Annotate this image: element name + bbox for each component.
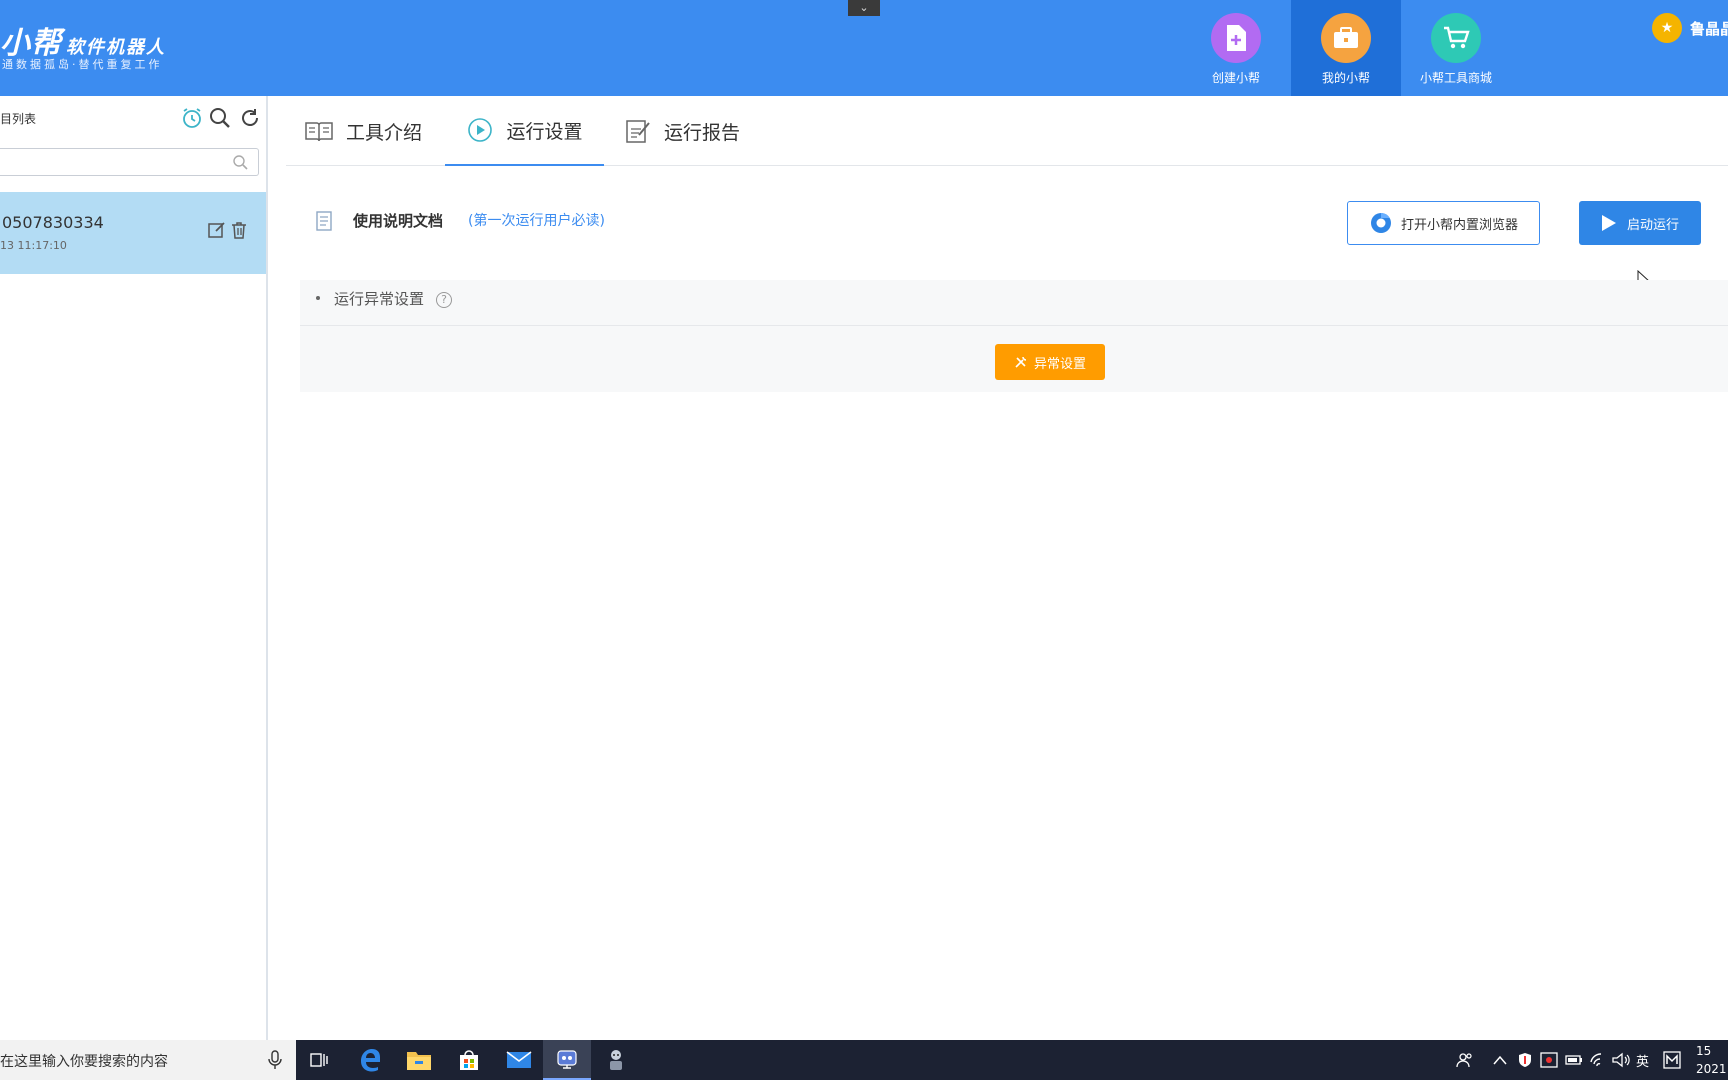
ime-mode-icon[interactable] [1663, 1040, 1681, 1080]
ime-label: 英 [1636, 1054, 1650, 1070]
play-icon [1601, 214, 1617, 232]
exception-settings-title: 运行异常设置 [334, 290, 425, 308]
run-button-label: 启动运行 [1626, 217, 1679, 233]
ime-language-indicator[interactable]: 英 [1636, 1040, 1649, 1080]
clock-time: 15 [1696, 1044, 1712, 1058]
exception-settings-button[interactable]: 异常设置 [995, 344, 1105, 380]
user-name[interactable]: 鲁晶晶 [1690, 18, 1728, 39]
tab-label: 运行设置 [506, 120, 583, 143]
open-builtin-browser-button[interactable]: 打开小帮内置浏览器 [1347, 201, 1540, 245]
search-icon [232, 154, 248, 174]
tab-run-settings[interactable]: 运行设置 [445, 96, 604, 166]
taskbar-search-box[interactable]: 在这里输入你要搜索的内容 [0, 1040, 296, 1080]
tray-chevron-up-icon[interactable] [1493, 1040, 1507, 1080]
security-shield-icon[interactable] [1517, 1040, 1533, 1080]
store-icon[interactable] [445, 1040, 493, 1080]
usage-doc-hint: (第一次运行用户必读) [468, 213, 605, 229]
microphone-icon[interactable] [268, 1050, 282, 1074]
user-avatar[interactable]: ★ [1652, 13, 1682, 43]
xiaobang-app-icon[interactable] [543, 1040, 591, 1080]
file-explorer-icon[interactable] [395, 1040, 443, 1080]
cart-icon [1431, 13, 1481, 63]
edge-browser-icon[interactable] [346, 1040, 394, 1080]
nav-label: 小帮工具商城 [1419, 71, 1492, 85]
browser-icon [1369, 211, 1393, 235]
book-icon [304, 119, 334, 143]
mail-icon[interactable] [495, 1040, 543, 1080]
exception-button-label: 异常设置 [1033, 356, 1086, 372]
exception-settings-panel: 运行异常设置 ? 异常设置 [300, 280, 1728, 392]
app-header: 小帮 软件机器人 通数据孤岛·替代重复工作 ⌄ 创建小帮 我的小帮 小帮工具商城 … [0, 0, 1728, 96]
alarm-clock-icon[interactable] [180, 106, 204, 130]
battery-icon[interactable] [1565, 1040, 1583, 1080]
taskbar-clock[interactable]: 15 2021 [1696, 1042, 1727, 1078]
tab-label: 运行报告 [664, 121, 741, 144]
report-icon [624, 117, 652, 145]
help-icon[interactable]: ? [436, 292, 452, 308]
volume-icon[interactable] [1612, 1040, 1630, 1080]
briefcase-icon [1321, 13, 1371, 63]
tools-icon [1014, 355, 1028, 369]
nav-my-xiaobang[interactable]: 我的小帮 [1291, 0, 1401, 96]
logo-title-small: 软件机器人 [66, 37, 166, 58]
project-list-item[interactable]: 0507830334 13 11:17:10 [0, 192, 266, 274]
people-icon[interactable] [1456, 1040, 1474, 1080]
search-icon[interactable] [208, 106, 232, 130]
document-icon [314, 210, 334, 236]
taskbar-search-text: 在这里输入你要搜索的内容 [0, 1054, 168, 1070]
sidebar-title: 目列表 [0, 112, 37, 126]
tab-tool-intro[interactable]: 工具介绍 [304, 96, 422, 166]
nav-label: 我的小帮 [1321, 71, 1370, 85]
windows-taskbar: 在这里输入你要搜索的内容 英 15 2021 [0, 1040, 1728, 1080]
network-alert-icon[interactable] [1540, 1040, 1558, 1080]
edit-icon[interactable] [207, 220, 227, 240]
sidebar-search-input[interactable] [0, 148, 259, 176]
bullet-dot [316, 296, 320, 300]
play-circle-icon [466, 116, 494, 144]
project-sidebar: 目列表 0507830334 13 11:17:10 [0, 96, 268, 1040]
nav-create-xiaobang[interactable]: 创建小帮 [1181, 0, 1291, 96]
usage-doc-link[interactable]: 使用说明文档 [353, 210, 443, 231]
robot-app-icon[interactable] [592, 1040, 640, 1080]
task-view-icon[interactable] [296, 1040, 344, 1080]
project-item-name: 0507830334 [2, 213, 104, 232]
tab-label: 工具介绍 [346, 121, 423, 144]
main-content: 工具介绍 运行设置 运行报告 使用说明文档 (第一次运行用户必读) 打开小帮内置… [270, 96, 1728, 1040]
wifi-icon[interactable] [1589, 1040, 1607, 1080]
tab-bar: 工具介绍 运行设置 运行报告 [286, 96, 1728, 166]
browser-button-label: 打开小帮内置浏览器 [1400, 217, 1518, 233]
nav-label: 创建小帮 [1211, 71, 1260, 85]
trash-icon[interactable] [229, 220, 249, 240]
collapse-header-button[interactable]: ⌄ [848, 0, 880, 16]
nav-tool-store[interactable]: 小帮工具商城 [1401, 0, 1511, 96]
logo-subtitle: 通数据孤岛·替代重复工作 [2, 58, 163, 71]
chevron-down-icon: ⌄ [859, 1, 869, 14]
tab-run-report[interactable]: 运行报告 [624, 96, 740, 166]
exception-settings-header: 运行异常设置 ? [300, 280, 1728, 326]
create-doc-icon [1211, 13, 1261, 63]
refresh-icon[interactable] [238, 106, 262, 130]
clock-date: 2021 [1696, 1062, 1727, 1076]
project-item-time: 13 11:17:10 [0, 239, 67, 252]
start-run-button[interactable]: 启动运行 [1579, 201, 1701, 245]
